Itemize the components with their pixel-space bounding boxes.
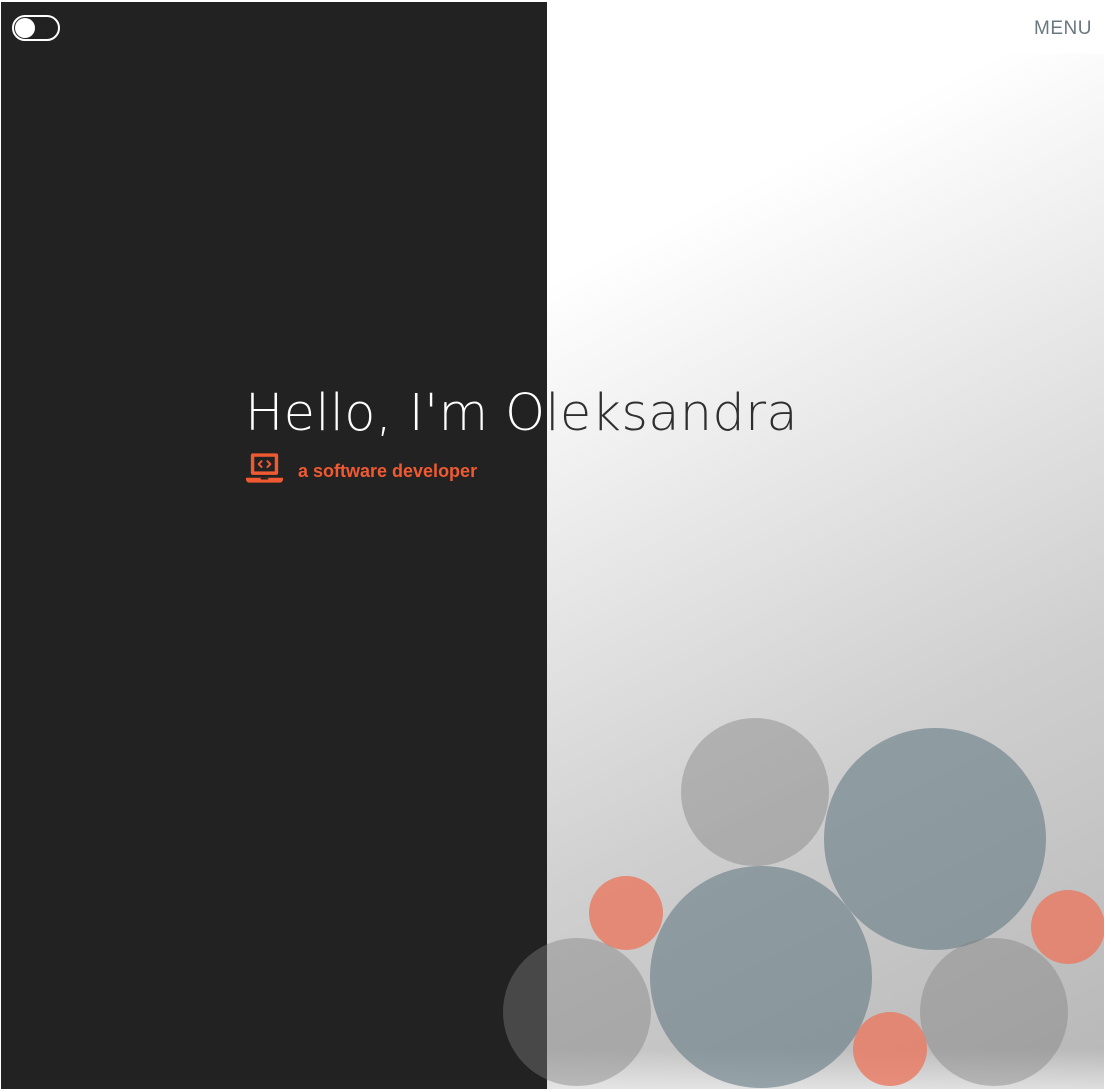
gray-bubble bbox=[503, 938, 651, 1086]
coral-bubble bbox=[1031, 890, 1104, 964]
theme-toggle[interactable] bbox=[12, 15, 60, 41]
menu-button[interactable]: MENU bbox=[1034, 18, 1092, 40]
hero-title: Hello, I'm Oleksandra bbox=[245, 386, 865, 441]
coral-bubble bbox=[589, 876, 663, 950]
coral-bubble bbox=[853, 1012, 927, 1086]
slate-bubble bbox=[824, 728, 1046, 950]
decorative-bubbles bbox=[1, 2, 1104, 1089]
slate-bubble bbox=[650, 866, 872, 1088]
hero-section: Hello, I'm Oleksandra a software develop… bbox=[245, 386, 865, 484]
page-canvas: MENU Hello, I'm Oleksandra a software de… bbox=[1, 2, 1104, 1089]
laptop-code-icon bbox=[245, 452, 284, 484]
toggle-knob bbox=[15, 18, 35, 38]
gray-bubble bbox=[920, 938, 1068, 1086]
gray-bubble bbox=[681, 718, 829, 866]
hero-subtitle-row: a software developer bbox=[245, 452, 865, 484]
top-navigation-bar: MENU bbox=[1, 2, 1104, 54]
hero-subtitle: a software developer bbox=[298, 461, 478, 482]
